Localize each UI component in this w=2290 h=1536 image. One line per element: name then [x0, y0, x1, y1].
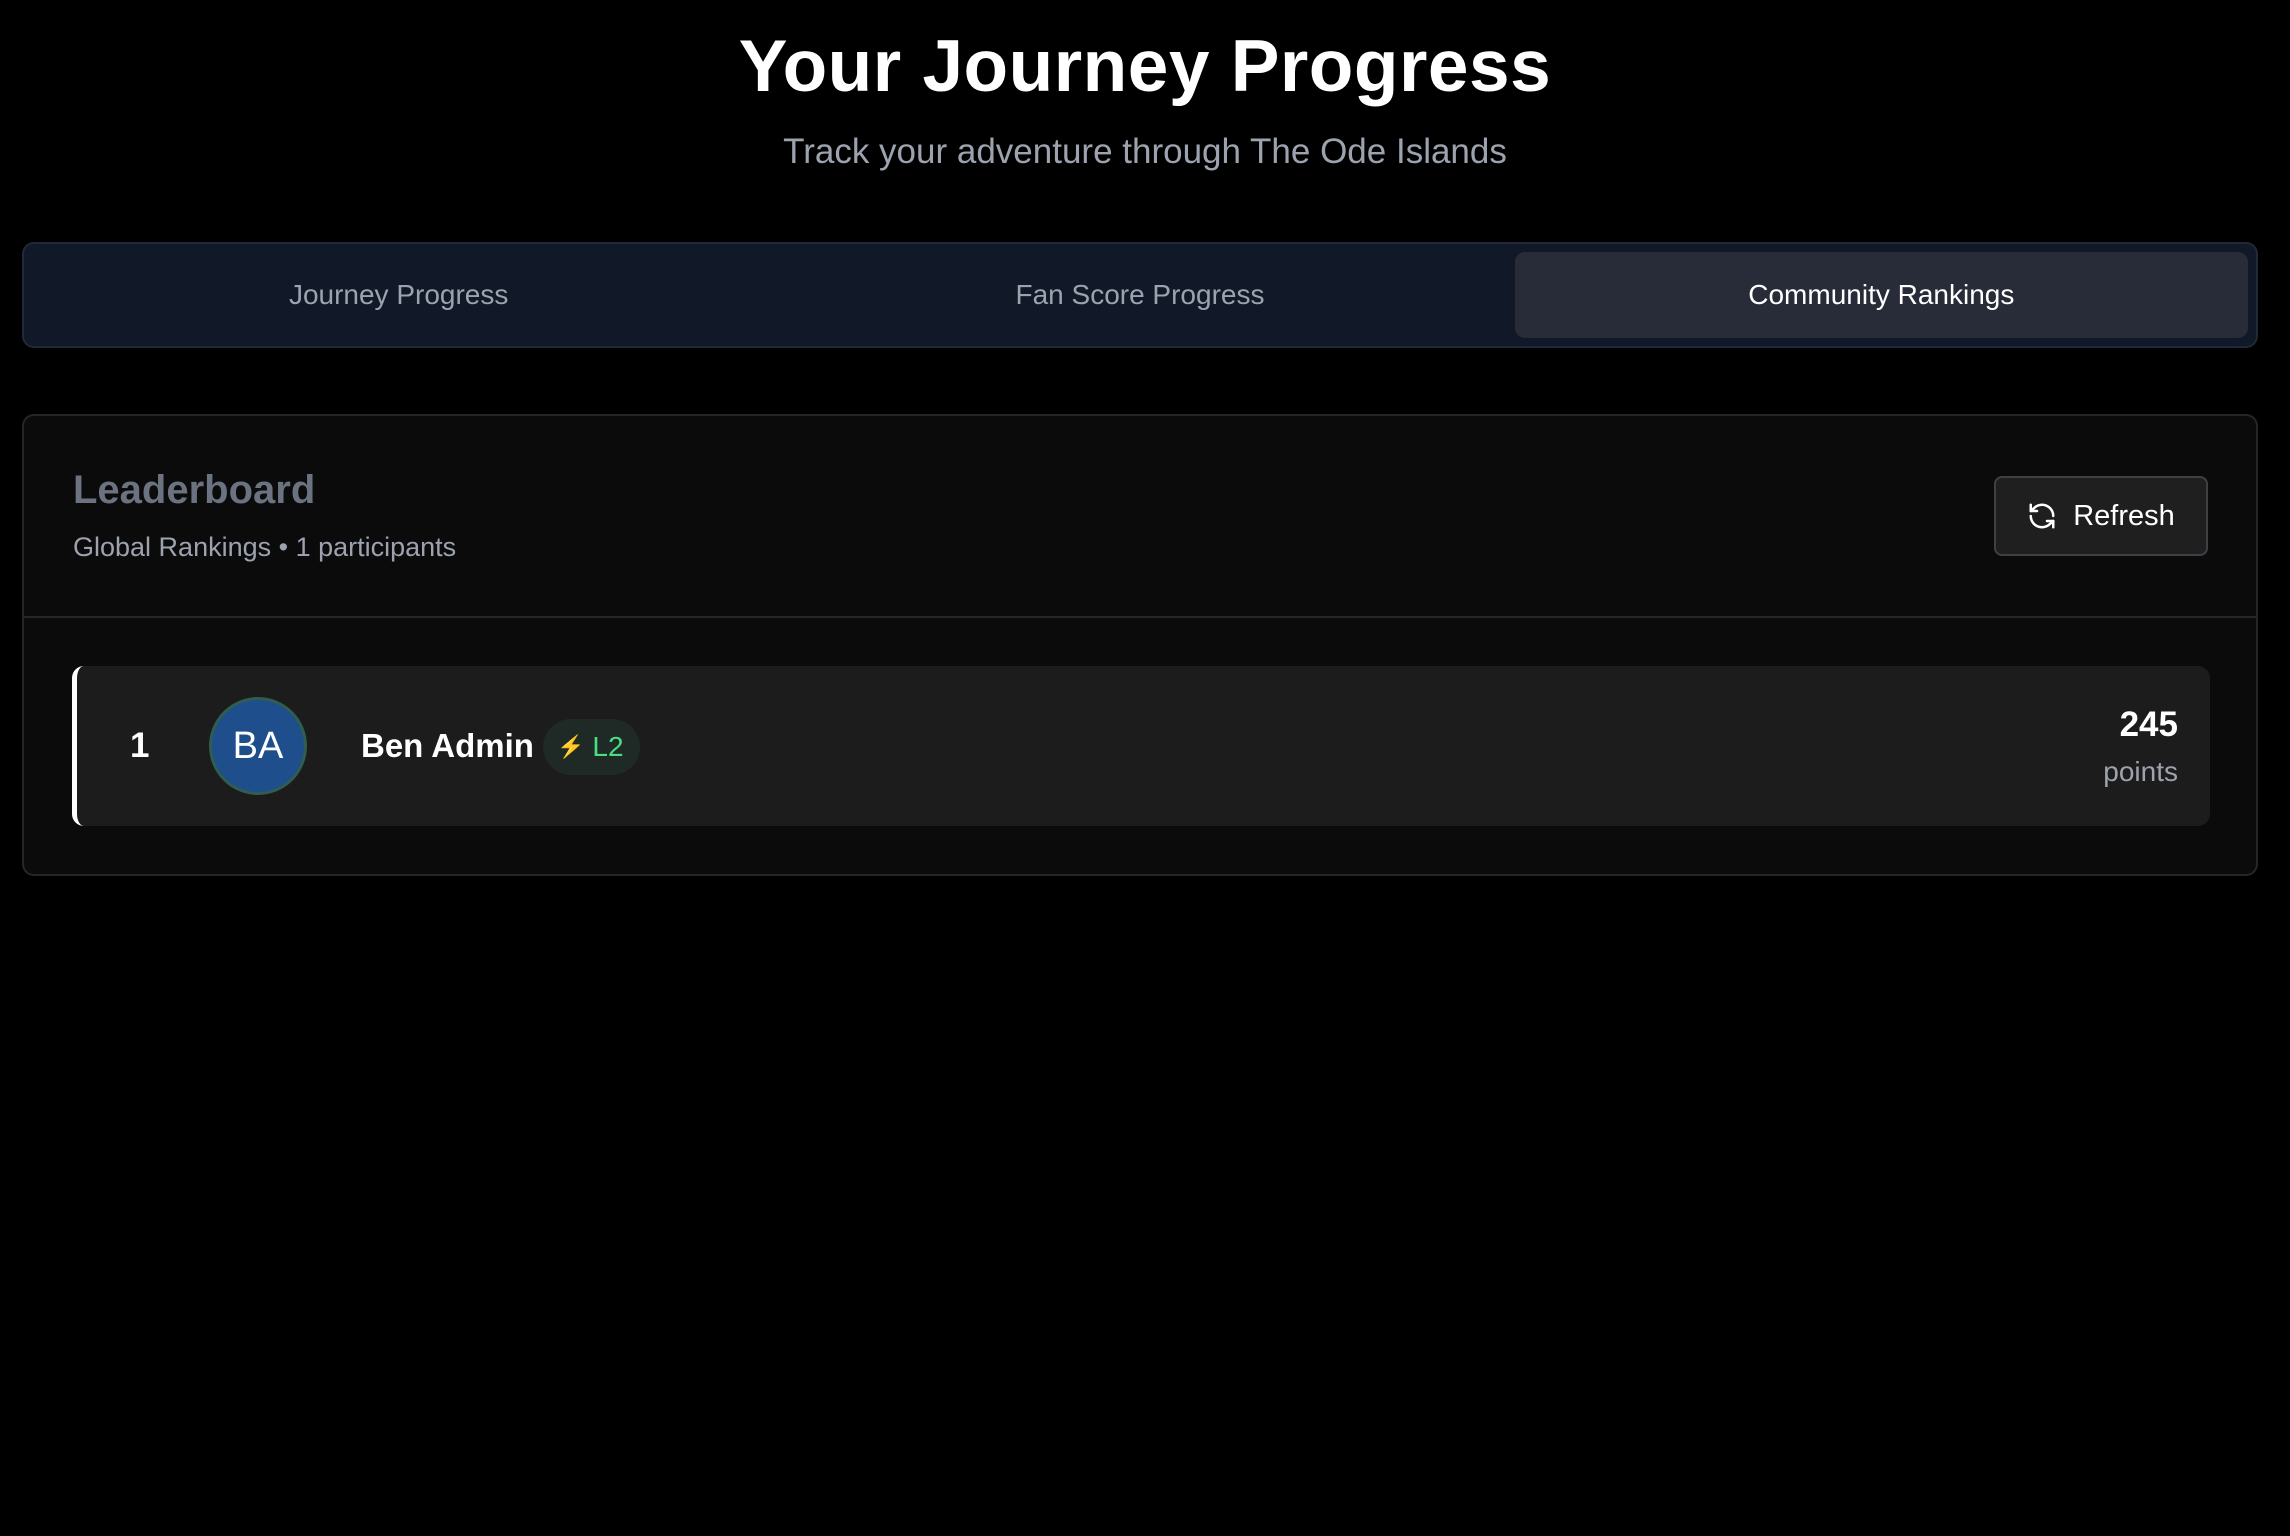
leaderboard-row[interactable]: 1 BA Ben Admin ⚡ L2 245 points — [72, 666, 2210, 826]
points-label: points — [2103, 756, 2178, 787]
leaderboard-card: Leaderboard Global Rankings • 1 particip… — [22, 414, 2258, 876]
tab-fan-score-progress[interactable]: Fan Score Progress — [773, 252, 1506, 338]
lightning-bolt-icon: ⚡ — [557, 734, 585, 759]
points: 245 points — [2103, 704, 2178, 792]
tab-bar: Journey Progress Fan Score Progress Comm… — [22, 242, 2258, 348]
points-value: 245 — [2119, 705, 2178, 744]
refresh-button[interactable]: Refresh — [1994, 476, 2208, 556]
refresh-icon — [2027, 501, 2057, 531]
page-header: Your Journey Progress Track your adventu… — [0, 0, 2290, 174]
level-label: L2 — [592, 731, 624, 762]
leaderboard-header: Leaderboard Global Rankings • 1 particip… — [24, 416, 2256, 618]
user-name: Ben Admin — [361, 727, 534, 764]
level-badge: ⚡ L2 — [543, 719, 640, 775]
page-title: Your Journey Progress — [738, 26, 1552, 107]
tab-community-rankings[interactable]: Community Rankings — [1514, 252, 2248, 338]
page: Your Journey Progress Track your adventu… — [0, 0, 2290, 1536]
rank-number: 1 — [130, 726, 150, 765]
avatar: BA — [209, 697, 307, 795]
leaderboard-subtitle: Global Rankings • 1 participants — [73, 532, 457, 562]
page-subtitle: Track your adventure through The Ode Isl… — [783, 132, 1507, 171]
tab-journey-progress[interactable]: Journey Progress — [32, 252, 765, 338]
refresh-label: Refresh — [2073, 499, 2175, 532]
leaderboard-list: 1 BA Ben Admin ⚡ L2 245 points — [24, 618, 2256, 826]
leaderboard-title: Leaderboard — [73, 468, 316, 512]
